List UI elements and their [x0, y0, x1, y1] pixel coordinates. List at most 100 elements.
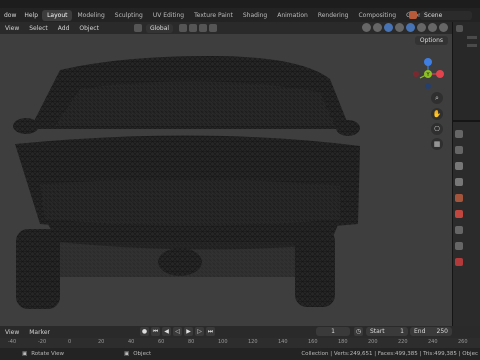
- next-keyframe-icon[interactable]: ▷: [195, 327, 204, 336]
- tab-rendering[interactable]: Rendering: [313, 10, 354, 21]
- status-bar: ▣ Rotate View ▣ Object Collection | Vert…: [0, 348, 480, 360]
- jump-end-icon[interactable]: ⏭: [206, 327, 215, 336]
- properties-panel[interactable]: [453, 124, 480, 326]
- output-tab-icon[interactable]: [455, 162, 463, 170]
- pan-hand-icon[interactable]: ✋: [431, 108, 443, 120]
- tab-animation[interactable]: Animation: [272, 10, 313, 21]
- outliner-panel[interactable]: [453, 22, 480, 122]
- scene-tab-icon[interactable]: [455, 194, 463, 202]
- tab-texture-paint[interactable]: Texture Paint: [189, 10, 238, 21]
- viewport-menu-object[interactable]: Object: [74, 25, 104, 32]
- gizmo-z-axis: [424, 58, 432, 66]
- camera-view-icon[interactable]: ⎔: [431, 123, 443, 135]
- outliner-row[interactable]: [467, 44, 477, 47]
- viewport-header: View Select Add Object Global: [0, 22, 452, 34]
- proportional-edit-icon[interactable]: [209, 24, 218, 32]
- right-side-panels: [452, 22, 480, 326]
- shading-material-icon[interactable]: [428, 23, 437, 32]
- ruler-tick-label: 40: [128, 339, 135, 345]
- end-frame-field[interactable]: End 250: [410, 327, 452, 336]
- texture-checker-icon[interactable]: [455, 258, 463, 266]
- car-rear-panel: [40, 179, 340, 226]
- texture-tab-icon[interactable]: [455, 242, 463, 250]
- outliner-filter-icon[interactable]: [456, 25, 463, 32]
- tool-tab-icon[interactable]: [455, 130, 463, 138]
- tab-shading[interactable]: Shading: [238, 10, 272, 21]
- top-menu-bar: dow Help Layout Modeling Sculpting UV Ed…: [0, 8, 480, 22]
- zoom-icon[interactable]: ⌕: [431, 92, 443, 104]
- ruler-tick-label: 220: [398, 339, 408, 345]
- current-frame-field[interactable]: 1: [316, 327, 350, 336]
- car-wireframe-mesh: [13, 56, 360, 309]
- ruler-tick-label: 240: [428, 339, 438, 345]
- snap-target-icon[interactable]: [199, 24, 208, 32]
- ruler-tick-label: 0: [68, 339, 72, 345]
- tab-modeling[interactable]: Modeling: [72, 10, 109, 21]
- view-layer-tab-icon[interactable]: [455, 178, 463, 186]
- timeline-menu-view[interactable]: View: [0, 329, 24, 336]
- overlay-toggle-icon[interactable]: [384, 23, 393, 32]
- pivot-point-icon[interactable]: [179, 24, 188, 32]
- jump-start-icon[interactable]: ⏮: [151, 327, 160, 336]
- outliner-row[interactable]: [467, 36, 477, 39]
- right-wheel: [295, 229, 335, 307]
- ruler-tick-label: 20: [98, 339, 105, 345]
- play-reverse-icon[interactable]: ◁: [173, 327, 182, 336]
- ruler-tick-label: 200: [368, 339, 378, 345]
- ruler-tick-label: 140: [278, 339, 288, 345]
- visibility-icon[interactable]: [362, 23, 371, 32]
- record-icon[interactable]: ●: [140, 327, 149, 336]
- gizmo-toggle-icon[interactable]: [373, 23, 382, 32]
- ruler-tick-label: 160: [308, 339, 318, 345]
- end-value: 250: [436, 328, 448, 335]
- ortho-grid-icon[interactable]: ▦: [431, 138, 443, 150]
- scene-name-field[interactable]: Scene: [420, 10, 472, 20]
- tab-uv-editing[interactable]: UV Editing: [148, 10, 189, 21]
- shading-solid-icon[interactable]: [417, 23, 426, 32]
- scene-selector[interactable]: Scene: [405, 8, 480, 22]
- ruler-tick-label: 260: [458, 339, 468, 345]
- timeline-menu-marker[interactable]: Marker: [24, 329, 55, 336]
- tab-compositing[interactable]: Compositing: [353, 10, 401, 21]
- start-value: 1: [400, 328, 404, 335]
- ruler-tick-label: -40: [8, 339, 17, 345]
- rotate-view-hint: Rotate View: [31, 351, 65, 357]
- right-mirror: [336, 120, 360, 136]
- clock-icon[interactable]: ◷: [354, 327, 363, 336]
- tab-layout[interactable]: Layout: [42, 9, 73, 21]
- start-label: Start: [370, 328, 385, 335]
- world-tab-icon[interactable]: [455, 210, 463, 218]
- options-dropdown[interactable]: Options: [414, 36, 448, 45]
- ruler-tick-label: 100: [218, 339, 228, 345]
- viewport-menu-select[interactable]: Select: [24, 25, 53, 32]
- viewport-menu-view[interactable]: View: [0, 25, 24, 32]
- ruler-tick-label: -20: [38, 339, 47, 345]
- transform-orientation-icon: [133, 24, 142, 32]
- ruler-tick-label: 120: [248, 339, 258, 345]
- ruler-tick-label: 80: [188, 339, 195, 345]
- play-icon[interactable]: ▶: [184, 327, 193, 336]
- snap-icon[interactable]: [189, 24, 198, 32]
- navigation-gizmo[interactable]: Y: [410, 56, 446, 92]
- start-frame-field[interactable]: Start 1: [366, 327, 408, 336]
- menu-help[interactable]: Help: [20, 12, 42, 19]
- mouse-hint-icon: ▣: [22, 351, 28, 357]
- timeline-header: View Marker ● ⏮ ◀ ◁ ▶ ▷ ⏭ 1 ◷ Start 1 En…: [0, 326, 480, 338]
- mouse-hint-icon: ▣: [124, 351, 130, 357]
- transform-orientation-dropdown[interactable]: Global: [145, 23, 174, 33]
- timeline-ruler[interactable]: -40 -20 0 20 40 60 80 100 120 140 160 180 200 220 240 2…: [0, 338, 480, 348]
- exhaust: [158, 248, 202, 276]
- collection-tab-icon[interactable]: [455, 226, 463, 234]
- scene-icon: [409, 11, 417, 19]
- shading-wireframe-icon[interactable]: [406, 23, 415, 32]
- render-tab-icon[interactable]: [455, 146, 463, 154]
- xray-toggle-icon[interactable]: [395, 23, 404, 32]
- tab-sculpting[interactable]: Sculpting: [110, 10, 148, 21]
- end-label: End: [414, 328, 426, 335]
- 3d-viewport[interactable]: Options Y ⌕ ✋ ⎔ ▦: [0, 34, 452, 326]
- gizmo-x-axis: [436, 70, 444, 78]
- shading-rendered-icon[interactable]: [439, 23, 448, 32]
- menu-window[interactable]: dow: [0, 12, 20, 19]
- prev-keyframe-icon[interactable]: ◀: [162, 327, 171, 336]
- viewport-menu-add[interactable]: Add: [53, 25, 75, 32]
